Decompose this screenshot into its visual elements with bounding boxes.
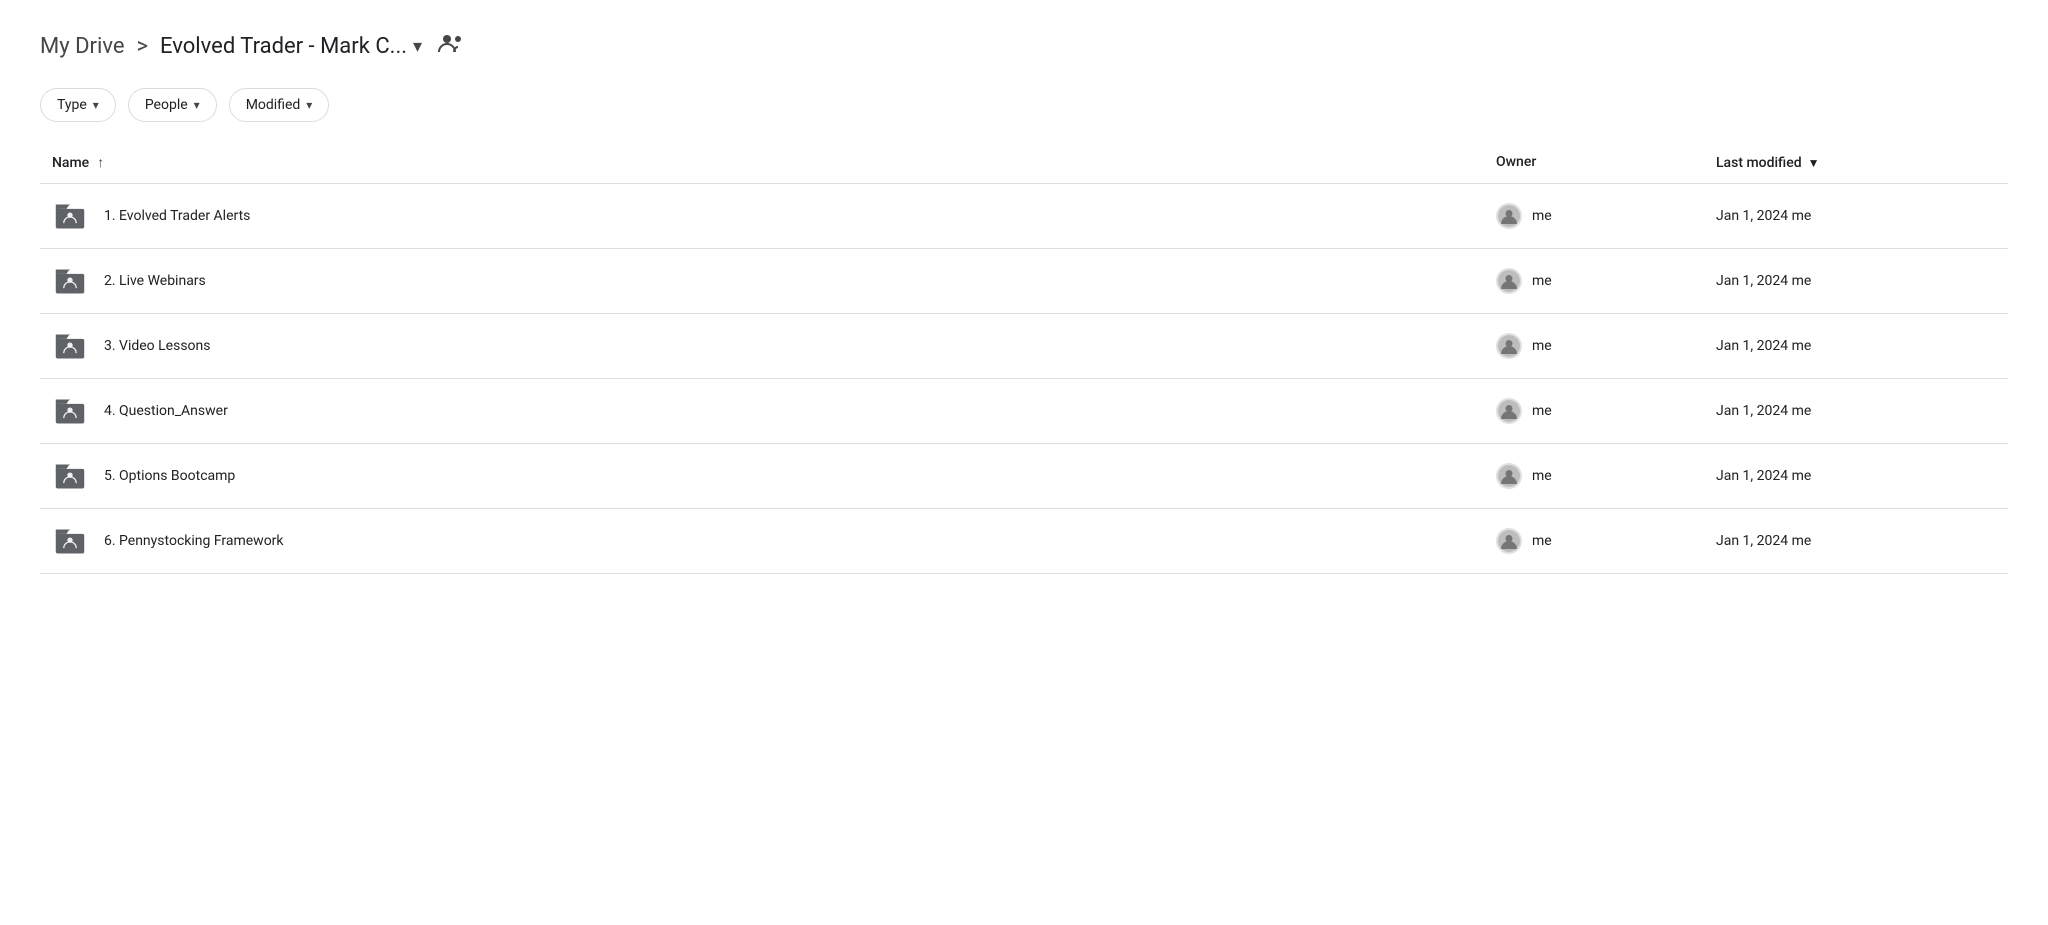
owner-name: me — [1532, 208, 1552, 224]
file-name-text: 3. Video Lessons — [104, 338, 210, 354]
table-row[interactable]: 6. Pennystocking Framework me Jan 1, 202… — [40, 509, 2008, 574]
file-name-text: 6. Pennystocking Framework — [104, 533, 284, 549]
modified-cell: Jan 1, 2024 me — [1716, 468, 1996, 484]
header-modified-label: Last modified — [1716, 155, 1802, 171]
filter-bar: Type ▾ People ▾ Modified ▾ — [40, 88, 2008, 122]
filter-people-button[interactable]: People ▾ — [128, 88, 217, 122]
table-row[interactable]: 5. Options Bootcamp me Jan 1, 2024 me — [40, 444, 2008, 509]
folder-icon — [52, 458, 88, 494]
owner-cell: me — [1496, 463, 1716, 489]
filter-type-chevron-icon: ▾ — [93, 98, 99, 112]
avatar — [1496, 398, 1522, 424]
owner-cell: me — [1496, 268, 1716, 294]
header-name-label: Name — [52, 155, 89, 171]
header-name[interactable]: Name ↑ — [52, 154, 1496, 171]
table-row[interactable]: 1. Evolved Trader Alerts me Jan 1, 2024 … — [40, 184, 2008, 249]
folder-icon — [52, 523, 88, 559]
table-header: Name ↑ Owner Last modified ▼ — [40, 154, 2008, 184]
file-name-cell: 2. Live Webinars — [52, 263, 1496, 299]
avatar — [1496, 333, 1522, 359]
modified-cell: Jan 1, 2024 me — [1716, 208, 1996, 224]
avatar — [1496, 268, 1522, 294]
breadcrumb-current-folder[interactable]: Evolved Trader - Mark C... ▾ — [160, 34, 422, 59]
file-name-cell: 1. Evolved Trader Alerts — [52, 198, 1496, 234]
file-name-text: 5. Options Bootcamp — [104, 468, 235, 484]
filter-people-label: People — [145, 97, 188, 113]
owner-name: me — [1532, 338, 1552, 354]
owner-cell: me — [1496, 528, 1716, 554]
breadcrumb-chevron-icon: ▾ — [413, 36, 422, 57]
file-name-cell: 6. Pennystocking Framework — [52, 523, 1496, 559]
file-name-cell: 4. Question_Answer — [52, 393, 1496, 429]
filter-modified-button[interactable]: Modified ▾ — [229, 88, 330, 122]
filter-people-chevron-icon: ▾ — [194, 98, 200, 112]
filter-type-button[interactable]: Type ▾ — [40, 88, 116, 122]
avatar — [1496, 463, 1522, 489]
table-row[interactable]: 4. Question_Answer me Jan 1, 2024 me — [40, 379, 2008, 444]
breadcrumb-my-drive[interactable]: My Drive — [40, 34, 125, 59]
modified-cell: Jan 1, 2024 me — [1716, 533, 1996, 549]
owner-cell: me — [1496, 398, 1716, 424]
avatar — [1496, 203, 1522, 229]
breadcrumb-separator: > — [137, 34, 149, 59]
filter-type-label: Type — [57, 97, 87, 113]
header-last-modified[interactable]: Last modified ▼ — [1716, 154, 1996, 171]
breadcrumb-folder-name: Evolved Trader - Mark C... — [160, 34, 407, 59]
filter-modified-label: Modified — [246, 97, 301, 113]
owner-cell: me — [1496, 203, 1716, 229]
modified-cell: Jan 1, 2024 me — [1716, 273, 1996, 289]
table-row[interactable]: 2. Live Webinars me Jan 1, 2024 me — [40, 249, 2008, 314]
file-name-cell: 5. Options Bootcamp — [52, 458, 1496, 494]
breadcrumb: My Drive > Evolved Trader - Mark C... ▾ — [40, 32, 2008, 60]
owner-name: me — [1532, 273, 1552, 289]
owner-name: me — [1532, 468, 1552, 484]
file-list: 1. Evolved Trader Alerts me Jan 1, 2024 … — [40, 184, 2008, 574]
folder-icon — [52, 393, 88, 429]
header-owner: Owner — [1496, 154, 1716, 171]
modified-sort-icon: ▼ — [1808, 156, 1820, 170]
avatar — [1496, 528, 1522, 554]
folder-icon — [52, 198, 88, 234]
file-name-text: 2. Live Webinars — [104, 273, 206, 289]
name-sort-icon: ↑ — [97, 154, 104, 171]
share-people-icon[interactable] — [438, 32, 464, 60]
folder-icon — [52, 328, 88, 364]
modified-cell: Jan 1, 2024 me — [1716, 338, 1996, 354]
owner-cell: me — [1496, 333, 1716, 359]
table-row[interactable]: 3. Video Lessons me Jan 1, 2024 me — [40, 314, 2008, 379]
file-name-cell: 3. Video Lessons — [52, 328, 1496, 364]
filter-modified-chevron-icon: ▾ — [306, 98, 312, 112]
folder-icon — [52, 263, 88, 299]
file-name-text: 4. Question_Answer — [104, 403, 228, 419]
owner-name: me — [1532, 403, 1552, 419]
main-container: My Drive > Evolved Trader - Mark C... ▾ … — [0, 0, 2048, 925]
owner-name: me — [1532, 533, 1552, 549]
modified-cell: Jan 1, 2024 me — [1716, 403, 1996, 419]
file-name-text: 1. Evolved Trader Alerts — [104, 208, 250, 224]
